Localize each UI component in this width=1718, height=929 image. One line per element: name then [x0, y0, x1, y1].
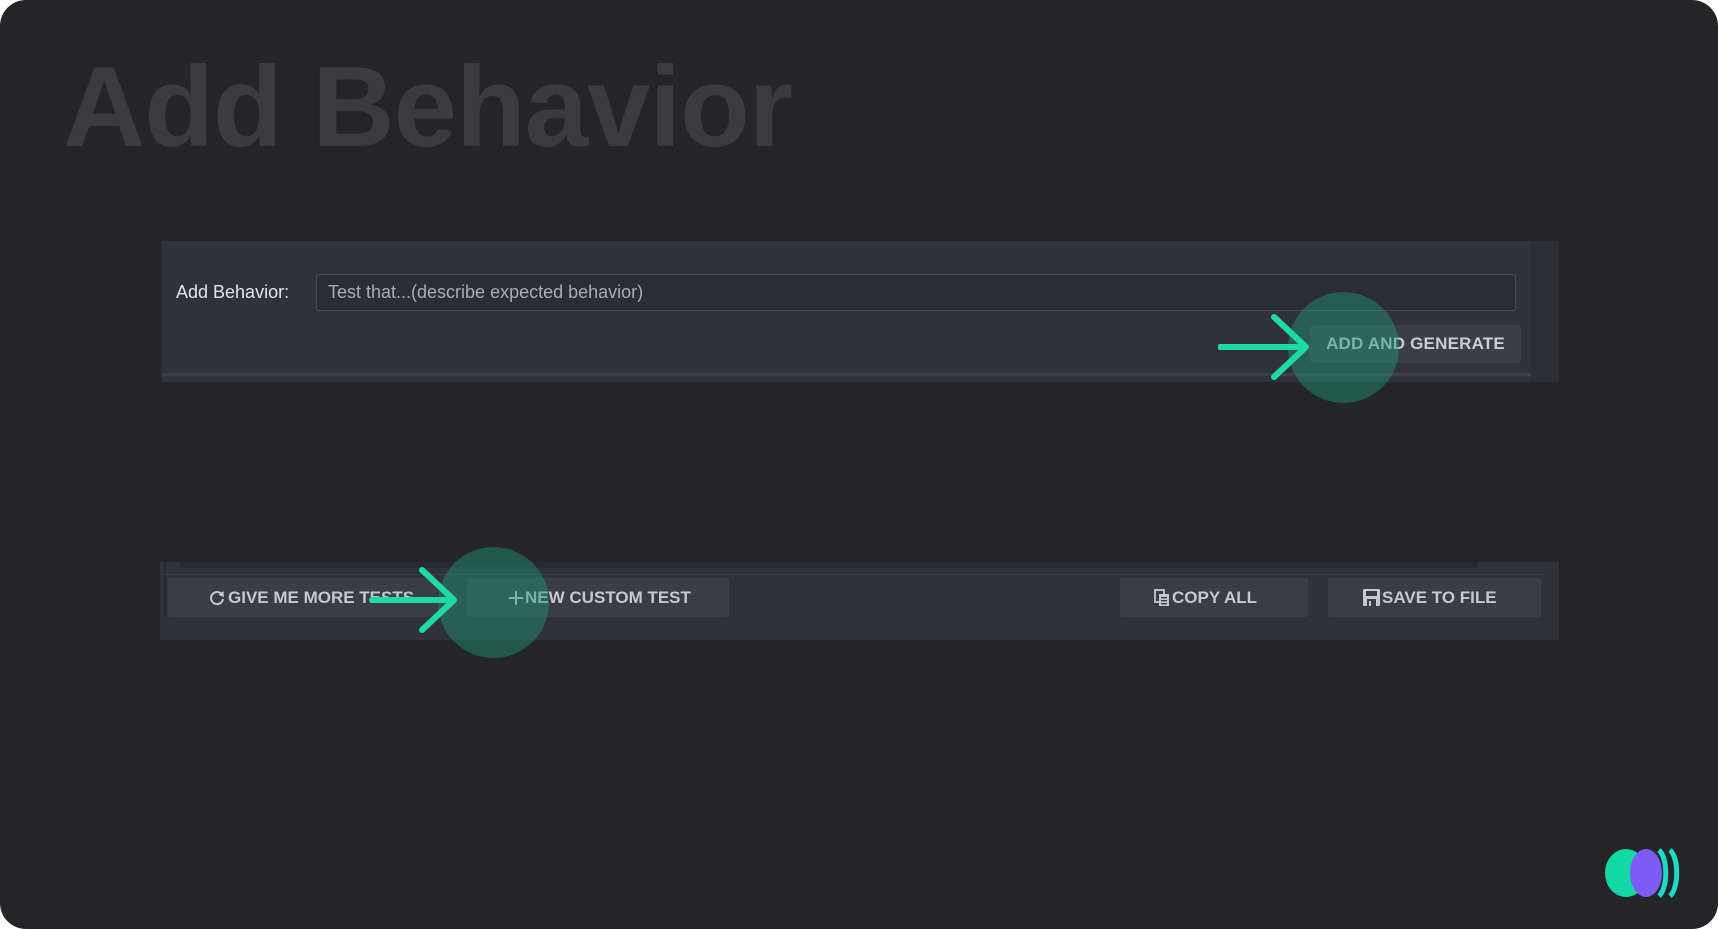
add-generate-button[interactable]: ADD AND GENERATE	[1310, 325, 1521, 363]
test-list-edge	[180, 562, 1478, 568]
add-behavior-label: Add Behavior:	[176, 282, 290, 302]
toolbar-divider	[164, 574, 1544, 575]
give-me-more-tests-button[interactable]: GIVE ME MORE TESTS	[168, 578, 438, 617]
panel-divider	[162, 373, 1531, 376]
refresh-icon	[208, 589, 226, 607]
add-behavior-panel: Add Behavior: ADD AND GENERATE	[160, 241, 1559, 382]
panel-scrollbar-gutter	[1531, 241, 1559, 382]
behavior-input[interactable]	[316, 274, 1516, 311]
panel-border	[160, 241, 162, 382]
test-actions-toolbar: GIVE ME MORE TESTS NEW CUSTOM TEST COPY …	[160, 562, 1559, 640]
save-to-file-label: SAVE TO FILE	[1382, 587, 1497, 607]
toolbar-border	[164, 562, 166, 617]
slide: Add Behavior Add Behavior: ADD AND GENER…	[0, 0, 1718, 929]
new-custom-test-button[interactable]: NEW CUSTOM TEST	[467, 578, 729, 617]
save-icon	[1363, 589, 1380, 606]
copy-all-button[interactable]: COPY ALL	[1120, 578, 1308, 617]
page-title: Add Behavior	[63, 44, 793, 171]
save-to-file-button[interactable]: SAVE TO FILE	[1328, 578, 1541, 617]
give-me-more-tests-label: GIVE ME MORE TESTS	[228, 587, 415, 607]
copy-all-label: COPY ALL	[1172, 587, 1258, 607]
plus-icon	[509, 590, 523, 605]
copy-icon	[1154, 588, 1170, 607]
new-custom-test-label: NEW CUSTOM TEST	[525, 587, 691, 607]
brand-logo-icon	[1605, 848, 1680, 898]
